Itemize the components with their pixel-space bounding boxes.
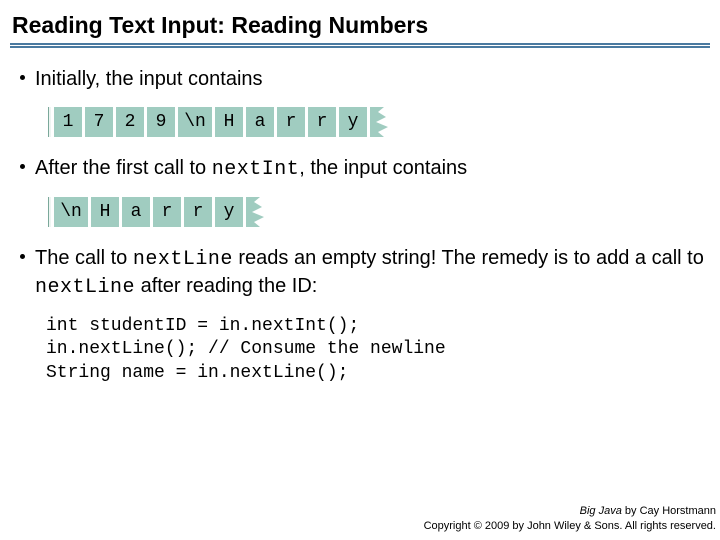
page-title: Reading Text Input: Reading Numbers — [10, 12, 710, 43]
footer-copyright: Copyright © 2009 by John Wiley & Sons. A… — [424, 520, 716, 532]
char-tile: 1 — [54, 107, 82, 137]
char-tile: 7 — [85, 107, 113, 137]
footer-by: by Cay Horstmann — [622, 505, 716, 517]
bullet-1-text: Initially, the input contains — [35, 66, 263, 93]
char-tile: r — [184, 197, 212, 227]
bullet-3-text: The call to nextLine reads an empty stri… — [35, 245, 710, 301]
b3-post: after reading the ID: — [135, 275, 317, 297]
char-tile: r — [277, 107, 305, 137]
char-tile: H — [215, 107, 243, 137]
bullet-dot — [20, 164, 25, 169]
cursor-bar — [48, 107, 51, 137]
char-tile: a — [122, 197, 150, 227]
bullet-1: Initially, the input contains — [14, 66, 710, 93]
title-rule — [10, 43, 710, 48]
b2-code: nextInt — [212, 158, 300, 181]
bullet-dot — [20, 75, 25, 80]
footer-book: Big Java — [580, 505, 622, 517]
input-tiles-1: 1729\nHarry — [48, 107, 710, 137]
char-tile: a — [246, 107, 274, 137]
cursor-bar — [48, 197, 51, 227]
char-tile: H — [91, 197, 119, 227]
b3-pre: The call to — [35, 247, 133, 269]
char-tile: \n — [178, 107, 212, 137]
input-tiles-2: \nHarry — [48, 197, 710, 227]
torn-edge-icon — [370, 107, 390, 137]
char-tile: r — [308, 107, 336, 137]
torn-edge-icon — [246, 197, 266, 227]
char-tile: r — [153, 197, 181, 227]
char-tile: y — [215, 197, 243, 227]
b3-code1: nextLine — [133, 248, 233, 271]
char-tile: 9 — [147, 107, 175, 137]
bullet-2: After the first call to nextInt, the inp… — [14, 155, 710, 183]
char-tile: \n — [54, 197, 88, 227]
code-block: int studentID = in.nextInt(); in.nextLin… — [46, 315, 710, 385]
bullet-dot — [20, 254, 25, 259]
footer: Big Java by Cay Horstmann Copyright © 20… — [424, 504, 716, 534]
bullet-3: The call to nextLine reads an empty stri… — [14, 245, 710, 301]
char-tile: y — [339, 107, 367, 137]
b2-post: , the input contains — [299, 157, 467, 179]
b3-code2: nextLine — [35, 276, 135, 299]
b3-mid: reads an empty string! The remedy is to … — [233, 247, 704, 269]
bullet-2-text: After the first call to nextInt, the inp… — [35, 155, 467, 183]
char-tile: 2 — [116, 107, 144, 137]
b2-pre: After the first call to — [35, 157, 212, 179]
